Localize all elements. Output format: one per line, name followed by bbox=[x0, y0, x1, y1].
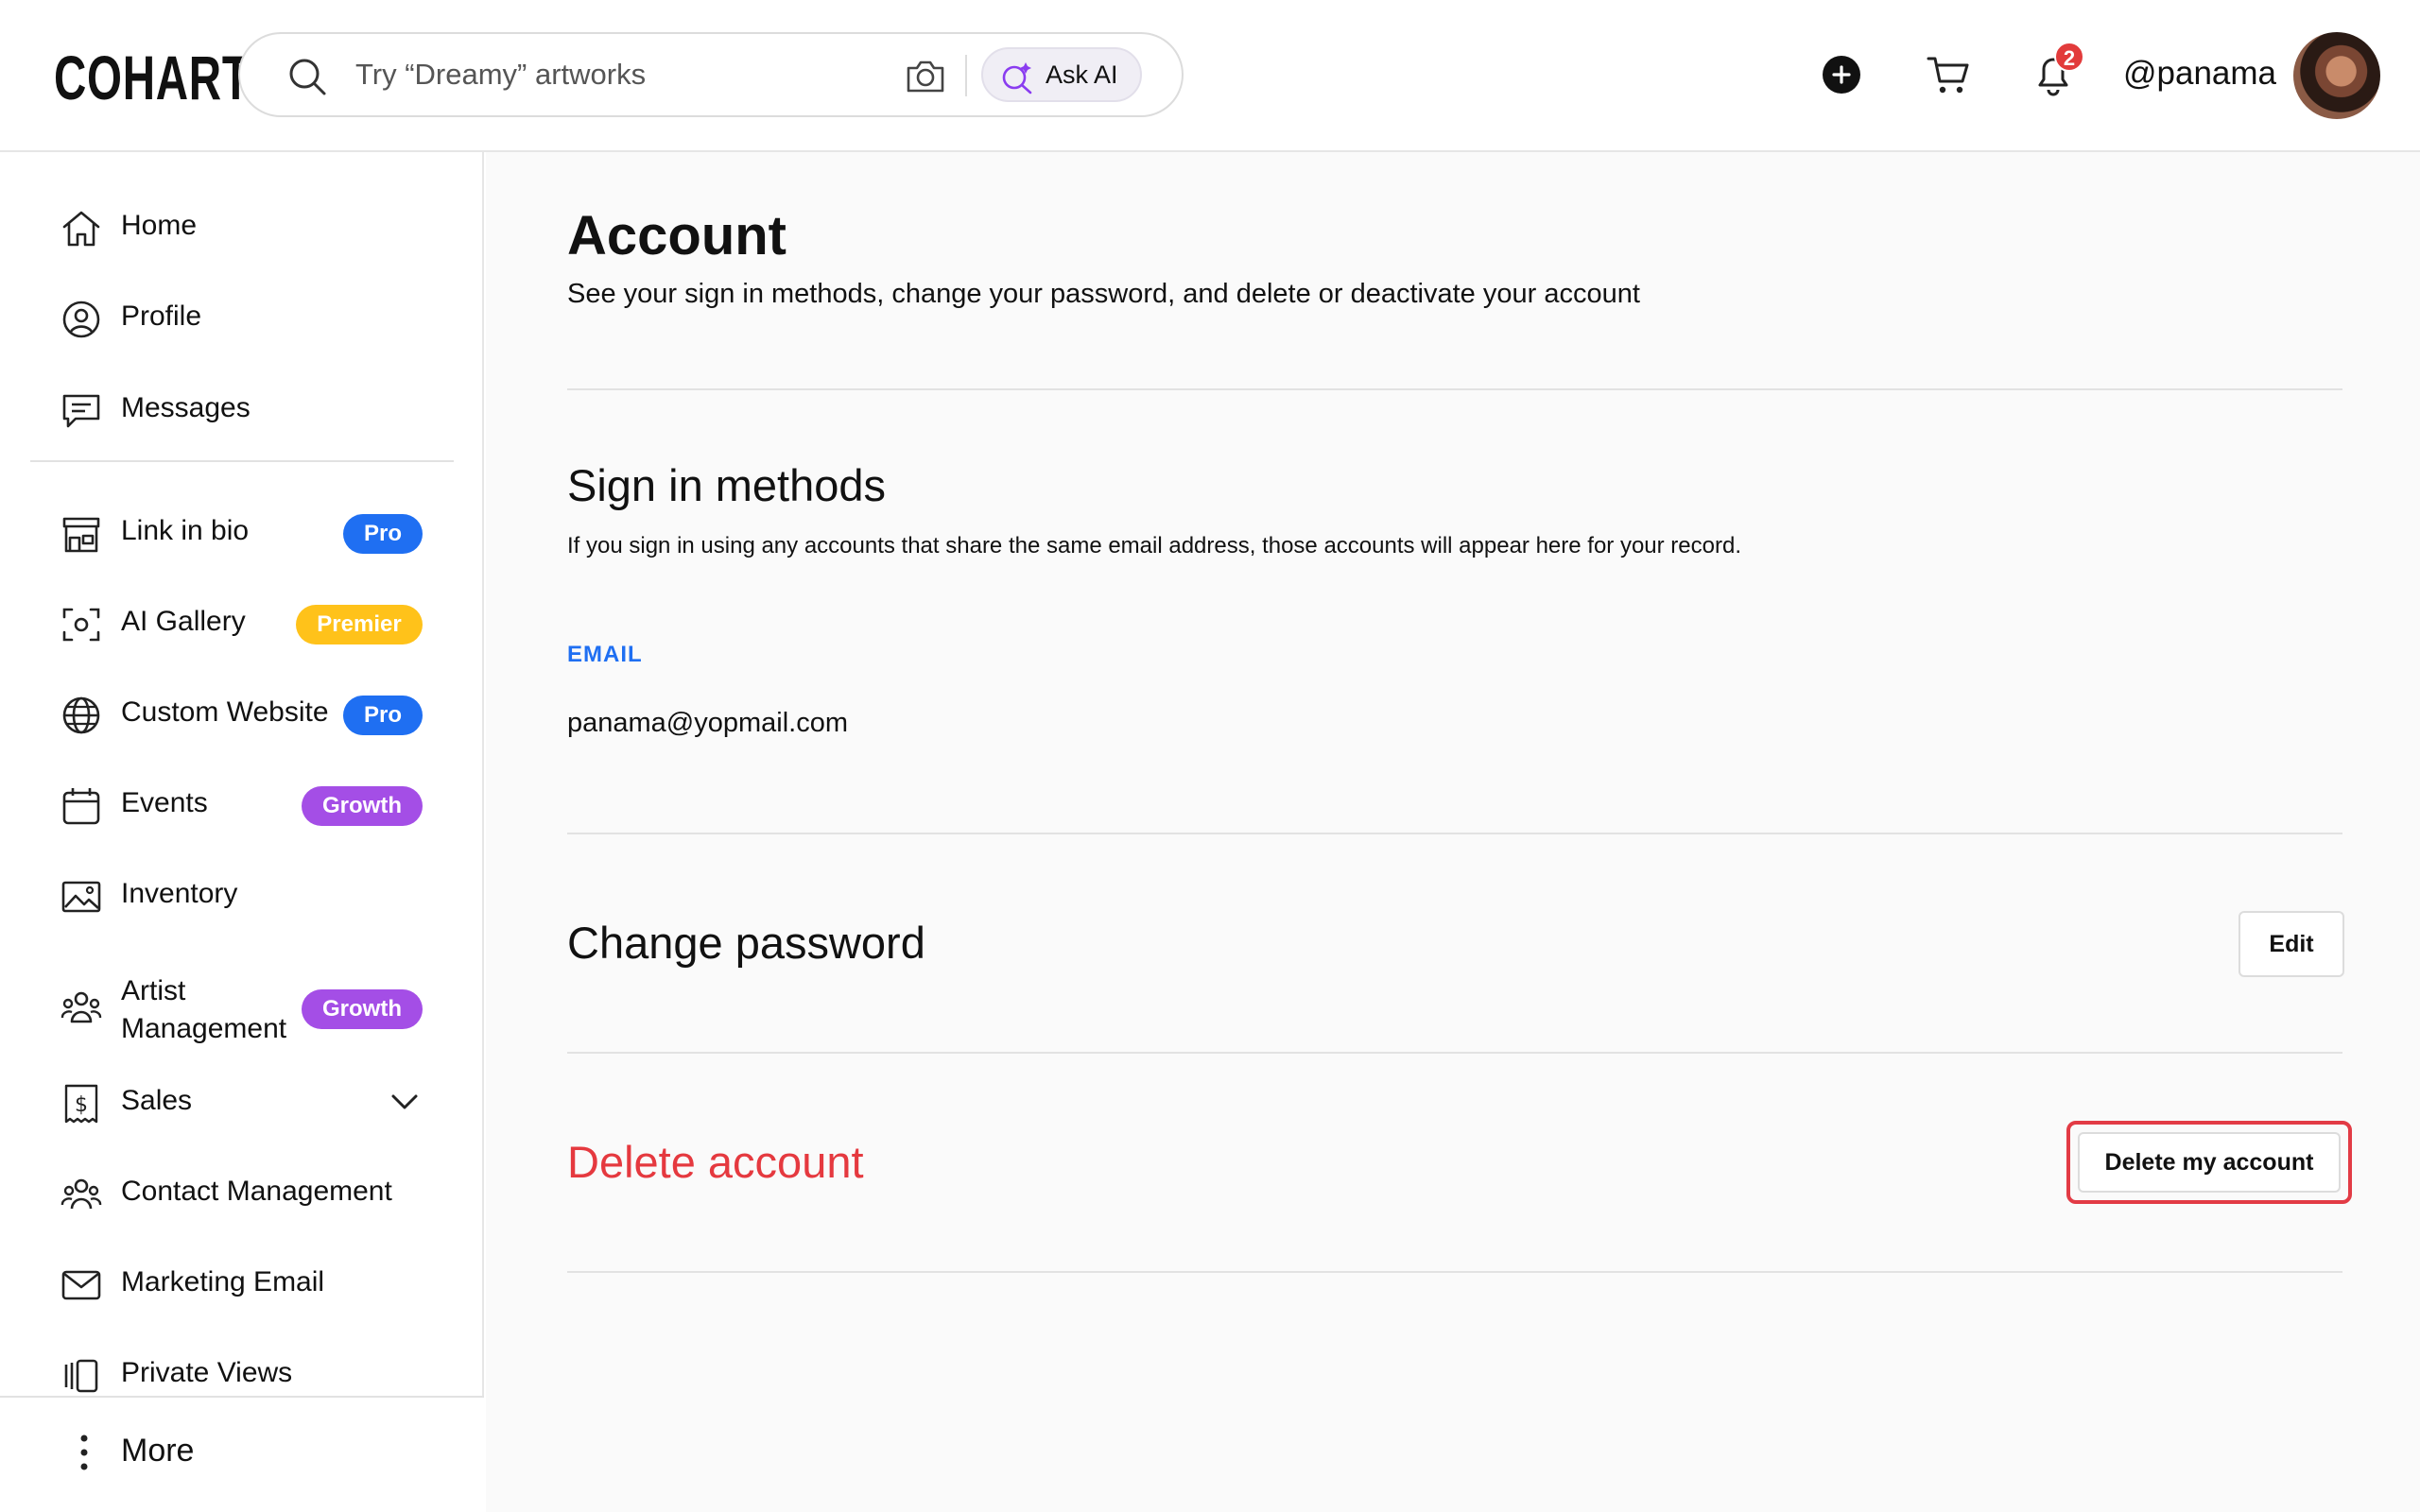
sidebar-item-label: Private Views bbox=[121, 1357, 293, 1388]
sidebar-item-private-views[interactable]: Private Views bbox=[0, 1340, 484, 1395]
sidebar-item-label: Messages bbox=[121, 392, 251, 423]
sidebar-item-label: Artist Management bbox=[121, 975, 287, 1044]
sidebar-item-label: Profile bbox=[121, 301, 202, 332]
cohart-logo[interactable]: COHART bbox=[54, 42, 251, 113]
sidebar-item-contact-management[interactable]: Contact Management bbox=[0, 1159, 484, 1225]
sidebar-item-label: Inventory bbox=[121, 878, 238, 909]
calendar-icon bbox=[62, 788, 100, 825]
cart-icon[interactable] bbox=[1927, 55, 1970, 96]
page-description: See your sign in methods, change your pa… bbox=[567, 279, 1640, 309]
notification-count-badge: 2 bbox=[2054, 42, 2084, 72]
section-divider bbox=[567, 388, 2342, 390]
sidebar-item-label: Sales bbox=[121, 1085, 193, 1116]
pro-badge: Pro bbox=[343, 696, 423, 735]
email-value: panama@yopmail.com bbox=[567, 708, 849, 738]
private-views-icon bbox=[64, 1359, 98, 1393]
avatar[interactable] bbox=[2293, 32, 2380, 119]
sidebar: Home Profile Messages Link in bio Pro AI… bbox=[0, 152, 484, 1512]
sidebar-item-label: Home bbox=[121, 210, 198, 241]
messages-icon bbox=[62, 394, 100, 428]
sidebar-item-events[interactable]: Events Growth bbox=[0, 770, 484, 836]
sign-in-methods-description: If you sign in using any accounts that s… bbox=[567, 533, 1741, 558]
sidebar-item-label: Contact Management bbox=[121, 1176, 392, 1207]
sidebar-item-label: Marketing Email bbox=[121, 1266, 325, 1297]
search-bar[interactable]: Try “Dreamy” artworks Ask AI bbox=[238, 32, 1184, 117]
svg-text:$: $ bbox=[75, 1093, 88, 1117]
change-password-title: Change password bbox=[567, 918, 925, 968]
people-icon bbox=[60, 991, 102, 1023]
sidebar-item-inventory[interactable]: Inventory bbox=[0, 861, 484, 927]
storefront-icon bbox=[62, 517, 100, 553]
more-vertical-icon bbox=[80, 1435, 88, 1470]
sidebar-item-messages[interactable]: Messages bbox=[0, 375, 484, 441]
sign-in-methods-title: Sign in methods bbox=[567, 460, 887, 510]
sidebar-more[interactable]: More bbox=[0, 1396, 484, 1512]
sidebar-divider bbox=[30, 460, 454, 462]
chevron-down-icon[interactable] bbox=[388, 1085, 422, 1119]
section-divider bbox=[567, 833, 2342, 834]
sidebar-item-marketing-email[interactable]: Marketing Email bbox=[0, 1249, 484, 1315]
sidebar-item-label: AI Gallery bbox=[121, 606, 246, 637]
premier-badge: Premier bbox=[296, 605, 423, 644]
ai-sparkle-search-icon bbox=[1002, 62, 1032, 94]
search-icon bbox=[289, 59, 326, 95]
delete-button-highlight: Delete my account bbox=[2066, 1121, 2352, 1204]
email-label: EMAIL bbox=[567, 642, 643, 667]
growth-badge: Growth bbox=[302, 786, 423, 826]
search-input[interactable]: Try “Dreamy” artworks bbox=[355, 34, 646, 115]
delete-my-account-button[interactable]: Delete my account bbox=[2078, 1132, 2341, 1193]
growth-badge: Growth bbox=[302, 989, 423, 1029]
section-divider bbox=[567, 1052, 2342, 1054]
search-divider bbox=[965, 55, 967, 96]
page-title: Account bbox=[567, 205, 786, 266]
section-divider bbox=[567, 1271, 2342, 1273]
sidebar-item-custom-website[interactable]: Custom Website Pro bbox=[0, 679, 484, 746]
sidebar-item-label: Custom Website bbox=[121, 696, 329, 728]
delete-account-title: Delete account bbox=[567, 1137, 864, 1187]
ai-scan-icon bbox=[62, 608, 100, 642]
camera-icon[interactable] bbox=[905, 57, 946, 94]
home-icon bbox=[62, 211, 100, 247]
profile-icon bbox=[62, 301, 100, 338]
top-bar: COHART Try “Dreamy” artworks Ask AI 2 @p… bbox=[0, 0, 2420, 152]
sidebar-item-artist-management[interactable]: Artist Management Growth bbox=[0, 967, 484, 1052]
create-plus-icon[interactable] bbox=[1823, 56, 1860, 94]
sidebar-item-profile[interactable]: Profile bbox=[0, 284, 484, 350]
sidebar-item-ai-gallery[interactable]: AI Gallery Premier bbox=[0, 589, 484, 655]
sidebar-item-home[interactable]: Home bbox=[0, 193, 484, 259]
ask-ai-label: Ask AI bbox=[1046, 60, 1118, 89]
pro-badge: Pro bbox=[343, 514, 423, 554]
sidebar-item-label: Events bbox=[121, 787, 208, 818]
mail-icon bbox=[61, 1270, 101, 1300]
sidebar-item-label: Link in bio bbox=[121, 515, 250, 546]
contacts-icon bbox=[60, 1178, 102, 1210]
sidebar-item-sales[interactable]: $ Sales bbox=[0, 1068, 484, 1134]
ask-ai-button[interactable]: Ask AI bbox=[981, 47, 1142, 102]
dollar-receipt-icon: $ bbox=[64, 1084, 98, 1124]
sidebar-item-link-in-bio[interactable]: Link in bio Pro bbox=[0, 498, 484, 564]
edit-password-button[interactable]: Edit bbox=[2238, 911, 2344, 977]
image-icon bbox=[61, 881, 101, 913]
username[interactable]: @panama bbox=[2123, 53, 2276, 94]
more-label: More bbox=[121, 1433, 195, 1469]
globe-icon bbox=[62, 696, 100, 734]
account-settings-panel: Account See your sign in methods, change… bbox=[486, 152, 2420, 1512]
